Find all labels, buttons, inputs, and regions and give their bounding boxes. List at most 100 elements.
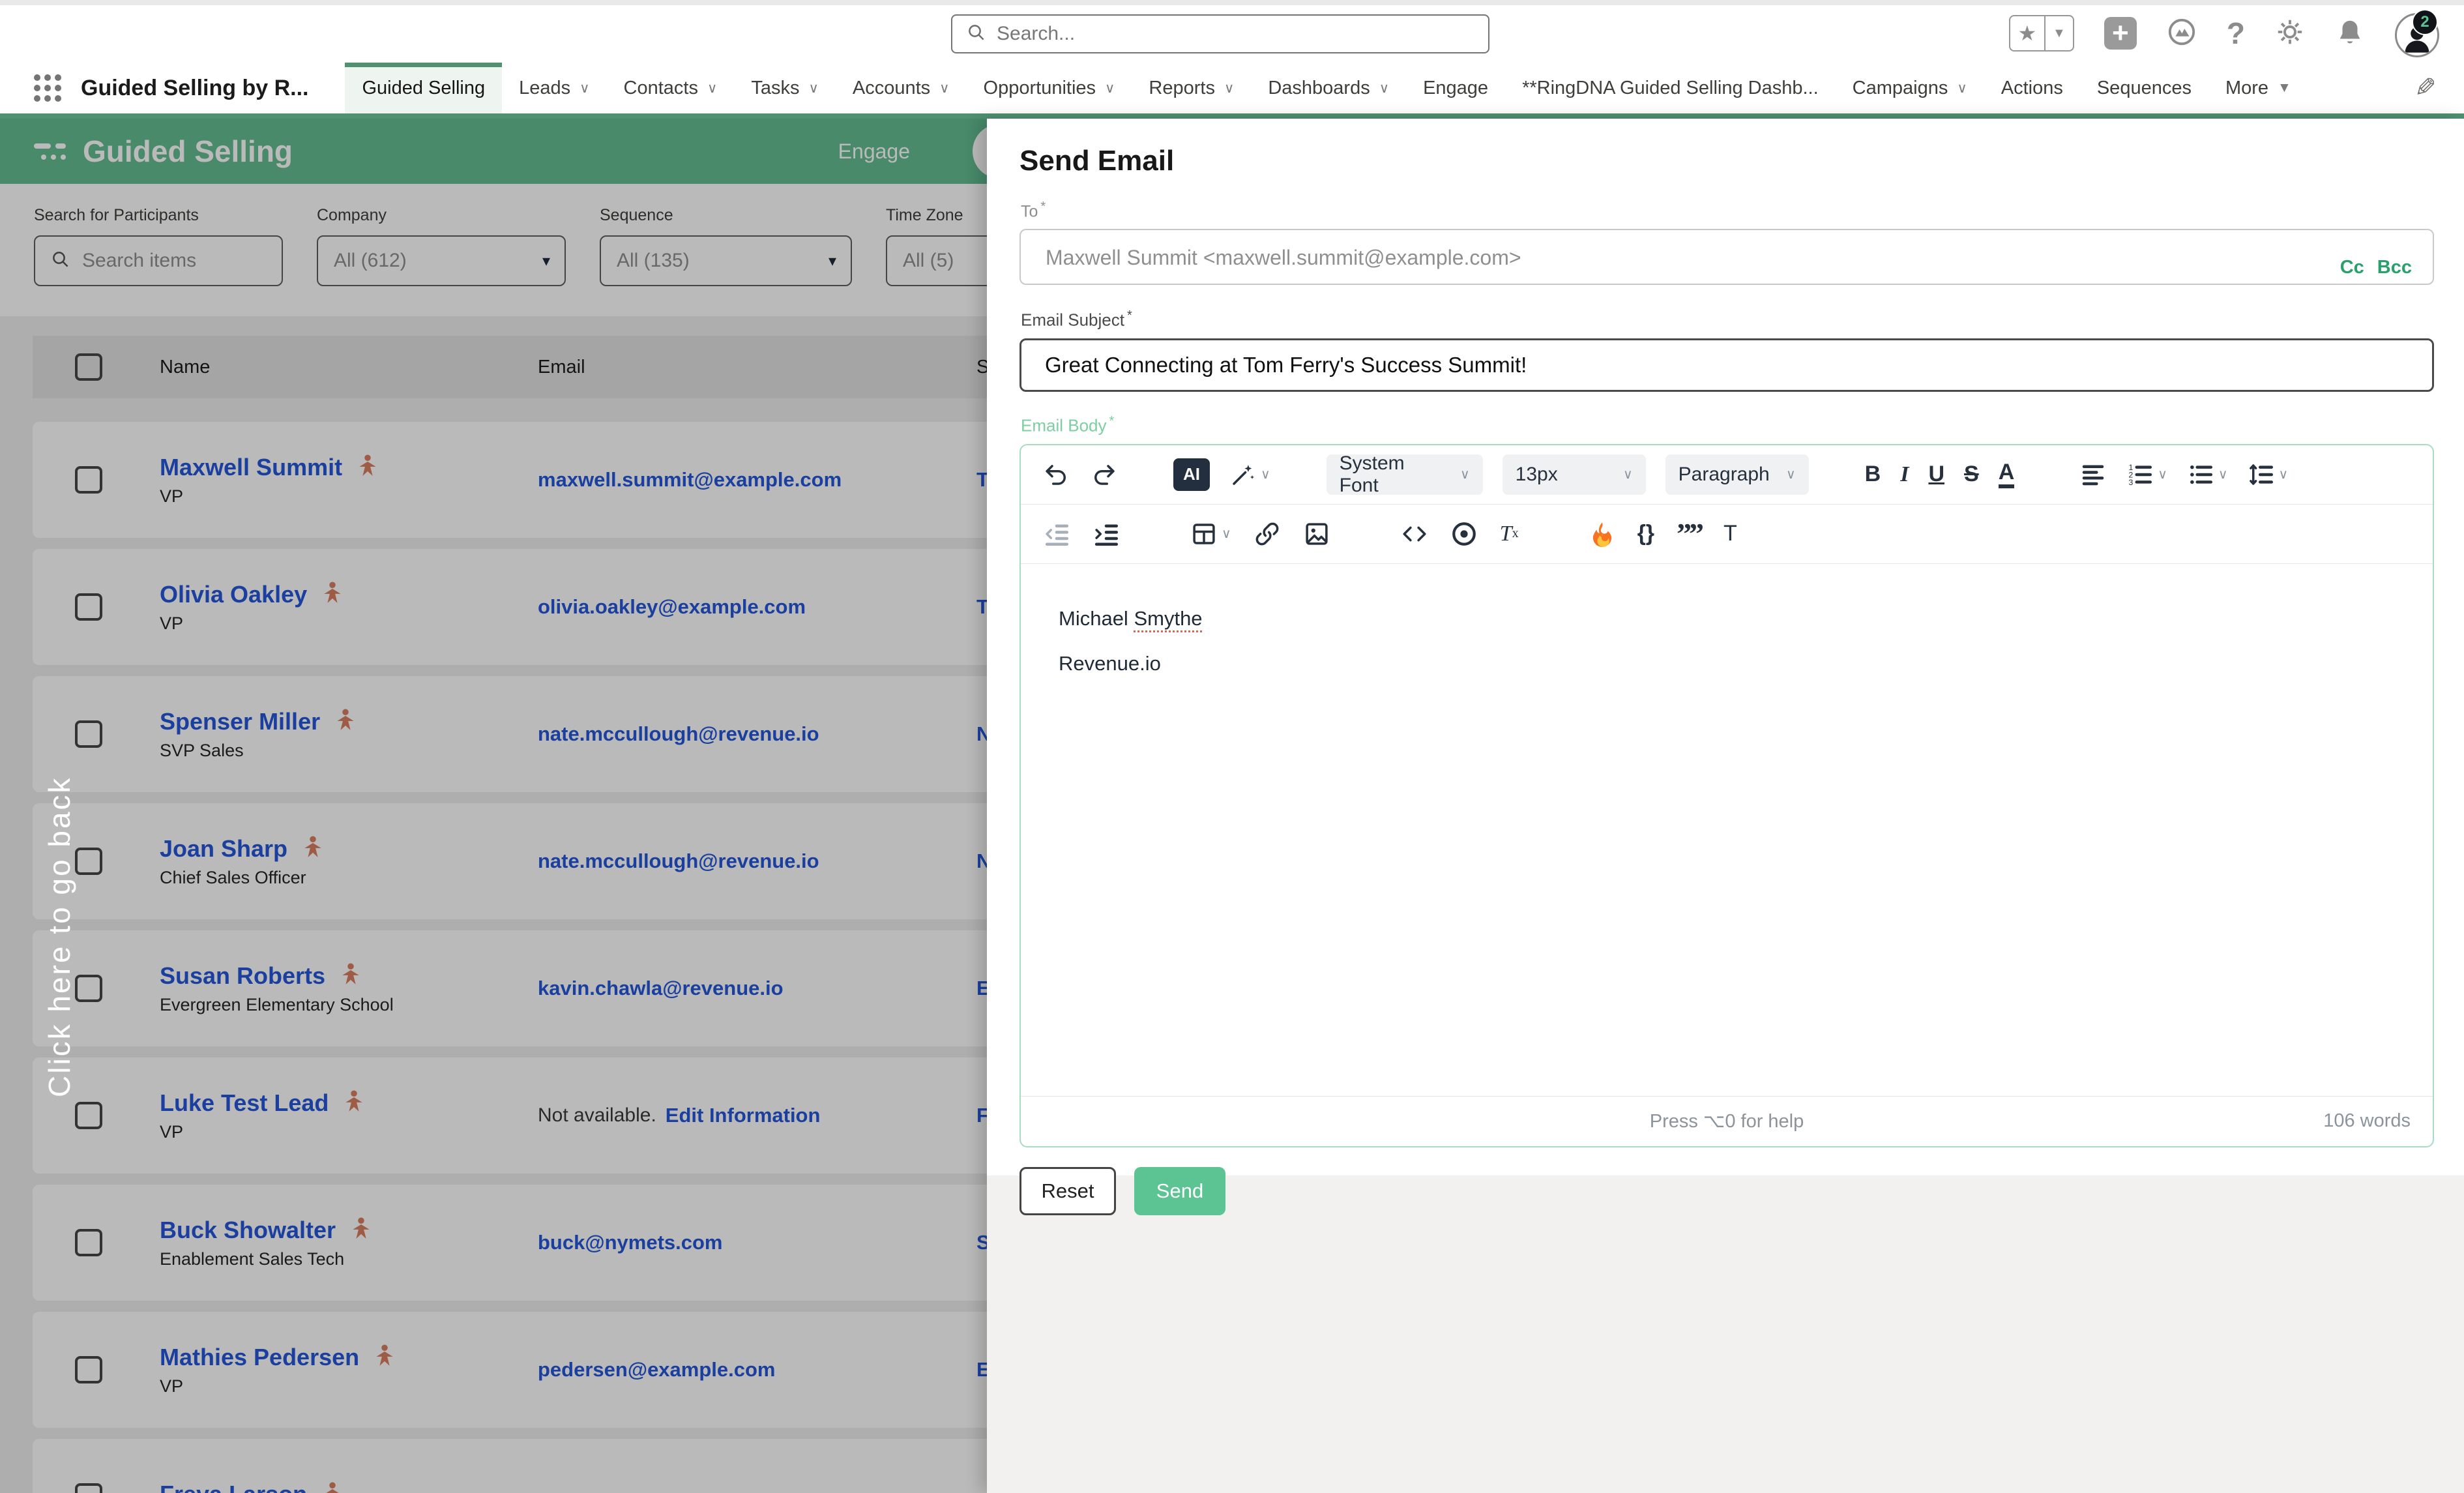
nav-tab[interactable]: Dashboards ∨ — [1251, 63, 1406, 113]
search-icon — [967, 23, 986, 46]
indent-icon[interactable] — [1093, 520, 1120, 548]
merge-fields-icon[interactable]: {} — [1637, 521, 1654, 546]
nav-tab[interactable]: Leads ∨ — [502, 63, 606, 113]
guided-selling-panel: Guided Selling Engage Search for Partici… — [0, 119, 987, 1493]
required-asterisk: * — [1109, 414, 1115, 428]
text-insert-icon[interactable]: T — [1723, 521, 1737, 546]
nav-tab-label: Dashboards — [1268, 78, 1370, 99]
nav-tab-label: Leads — [519, 78, 570, 99]
rich-text-editor: AI ∨ System Font∨ 13px∨ Paragraph∨ — [1019, 444, 2434, 1147]
required-asterisk: * — [1127, 308, 1132, 323]
bcc-link[interactable]: Bcc — [2377, 257, 2412, 278]
nav-tab[interactable]: Actions — [1984, 63, 2080, 113]
help-icon[interactable]: ? — [2227, 16, 2245, 51]
chevron-down-icon: ∨ — [808, 80, 818, 96]
nav-tab-label: Campaigns — [1853, 78, 1948, 99]
nav-tab[interactable]: Opportunities ∨ — [967, 63, 1132, 113]
unordered-list-icon[interactable]: ∨ — [2187, 461, 2228, 488]
favorites-star-icon[interactable]: ★ — [2010, 16, 2044, 50]
browser-edge-strip — [0, 0, 2464, 5]
nav-tab[interactable]: Sequences — [2080, 63, 2208, 113]
nav-tab-label: Opportunities — [984, 78, 1096, 99]
app-name: Guided Selling by R... — [81, 76, 308, 101]
svg-text:3: 3 — [2129, 477, 2134, 486]
user-avatar[interactable]: 2 — [2395, 13, 2435, 53]
font-size-select[interactable]: 13px∨ — [1503, 454, 1646, 495]
editor-toolbar-row1: AI ∨ System Font∨ 13px∨ Paragraph∨ — [1021, 445, 2433, 505]
panel-lower-background — [987, 1175, 2464, 1493]
nav-tab-label: Tasks — [751, 78, 799, 99]
favorites-button[interactable]: ★ ▼ — [2009, 15, 2074, 52]
email-body-content[interactable]: Michael Smythe Revenue.io — [1021, 564, 2433, 1096]
nav-tab-label: Reports — [1149, 78, 1215, 99]
nav-tab-label: Contacts — [624, 78, 698, 99]
signature-company: Revenue.io — [1059, 651, 2395, 677]
text-color-button[interactable]: A — [1999, 461, 2015, 488]
nav-tab[interactable]: Tasks ∨ — [734, 63, 836, 113]
outdent-icon[interactable] — [1043, 520, 1070, 548]
nav-tab-label: Engage — [1423, 78, 1488, 99]
nav-tab[interactable]: **RingDNA Guided Selling Dashb... — [1505, 63, 1836, 113]
nav-tab[interactable]: Engage — [1406, 63, 1505, 113]
align-left-icon[interactable] — [2079, 461, 2107, 488]
image-icon[interactable] — [1303, 520, 1330, 548]
font-family-select[interactable]: System Font∨ — [1327, 454, 1483, 495]
line-height-icon[interactable]: ∨ — [2248, 461, 2289, 488]
redo-icon[interactable] — [1090, 461, 1117, 488]
nav-tab-label: More — [2225, 78, 2268, 99]
favorites-chevron-down-icon[interactable]: ▼ — [2044, 16, 2073, 50]
nav-tab-label: Accounts — [853, 78, 930, 99]
paragraph-format-select[interactable]: Paragraph∨ — [1665, 454, 1809, 495]
app-launcher-icon[interactable] — [34, 74, 61, 102]
go-back-overlay[interactable]: Click here to go back — [0, 119, 987, 1493]
magic-wand-icon[interactable]: ∨ — [1229, 461, 1270, 488]
editor-toolbar-row2: ∨ Tx — [1021, 505, 2433, 564]
ordered-list-icon[interactable]: 123 ∨ — [2126, 461, 2167, 488]
send-button[interactable]: Send — [1134, 1167, 1225, 1215]
notification-count-badge: 2 — [2412, 9, 2438, 35]
chevron-down-icon: ∨ — [939, 80, 949, 96]
subject-value: Great Connecting at Tom Ferry's Success … — [1045, 353, 1527, 377]
table-icon[interactable]: ∨ — [1190, 520, 1231, 548]
global-add-button[interactable]: + — [2104, 17, 2137, 50]
italic-button[interactable]: I — [1900, 462, 1909, 487]
subject-label: Email Subject* — [1021, 308, 2434, 331]
reset-button[interactable]: Reset — [1019, 1167, 1116, 1215]
global-search-input[interactable]: Search... — [951, 14, 1489, 53]
to-label: To* — [1021, 200, 2434, 221]
notifications-bell-icon[interactable] — [2335, 17, 2365, 50]
nav-tab[interactable]: Guided Selling — [345, 63, 502, 113]
to-value: Maxwell Summit <maxwell.summit@example.c… — [1046, 246, 1521, 270]
trailhead-icon[interactable] — [2167, 17, 2197, 50]
nav-tab[interactable]: More ▼ — [2208, 63, 2308, 113]
brand-border — [0, 113, 2464, 119]
subject-input[interactable]: Great Connecting at Tom Ferry's Success … — [1019, 338, 2434, 392]
clear-formatting-icon[interactable]: Tx — [1500, 522, 1519, 546]
to-field[interactable]: Maxwell Summit <maxwell.summit@example.c… — [1019, 229, 2434, 285]
nav-tab[interactable]: Contacts ∨ — [607, 63, 735, 113]
ai-assist-button[interactable]: AI — [1173, 458, 1210, 491]
bold-button[interactable]: B — [1865, 462, 1881, 487]
nav-tab-label: Guided Selling — [362, 78, 485, 99]
nav-tab[interactable]: Campaigns ∨ — [1836, 63, 1984, 113]
undo-icon[interactable] — [1043, 461, 1070, 488]
go-back-label[interactable]: Click here to go back — [42, 754, 77, 1119]
cc-link[interactable]: Cc — [2340, 257, 2364, 278]
signature-name: Michael Smythe — [1059, 606, 2395, 632]
link-icon[interactable] — [1254, 520, 1281, 548]
required-asterisk: * — [1040, 200, 1046, 214]
underline-button[interactable]: U — [1928, 462, 1944, 487]
nav-tab[interactable]: Accounts ∨ — [836, 63, 967, 113]
chevron-down-icon: ∨ — [707, 80, 717, 96]
nav-tab-label: **RingDNA Guided Selling Dashb... — [1522, 78, 1819, 99]
code-view-icon[interactable] — [1401, 520, 1428, 548]
nav-tab[interactable]: Reports ∨ — [1132, 63, 1251, 113]
preview-eye-icon[interactable] — [1450, 520, 1478, 548]
edit-nav-pencil-icon[interactable]: ✎ — [2414, 73, 2437, 103]
nav-tab-label: Sequences — [2097, 78, 2192, 99]
setup-gear-icon[interactable] — [2275, 17, 2305, 50]
flame-icon[interactable] — [1589, 521, 1615, 547]
strikethrough-button[interactable]: S — [1964, 462, 1979, 487]
blockquote-icon[interactable]: ”” — [1677, 525, 1701, 543]
global-header: Search... ★ ▼ + ? 2 — [0, 5, 2464, 63]
